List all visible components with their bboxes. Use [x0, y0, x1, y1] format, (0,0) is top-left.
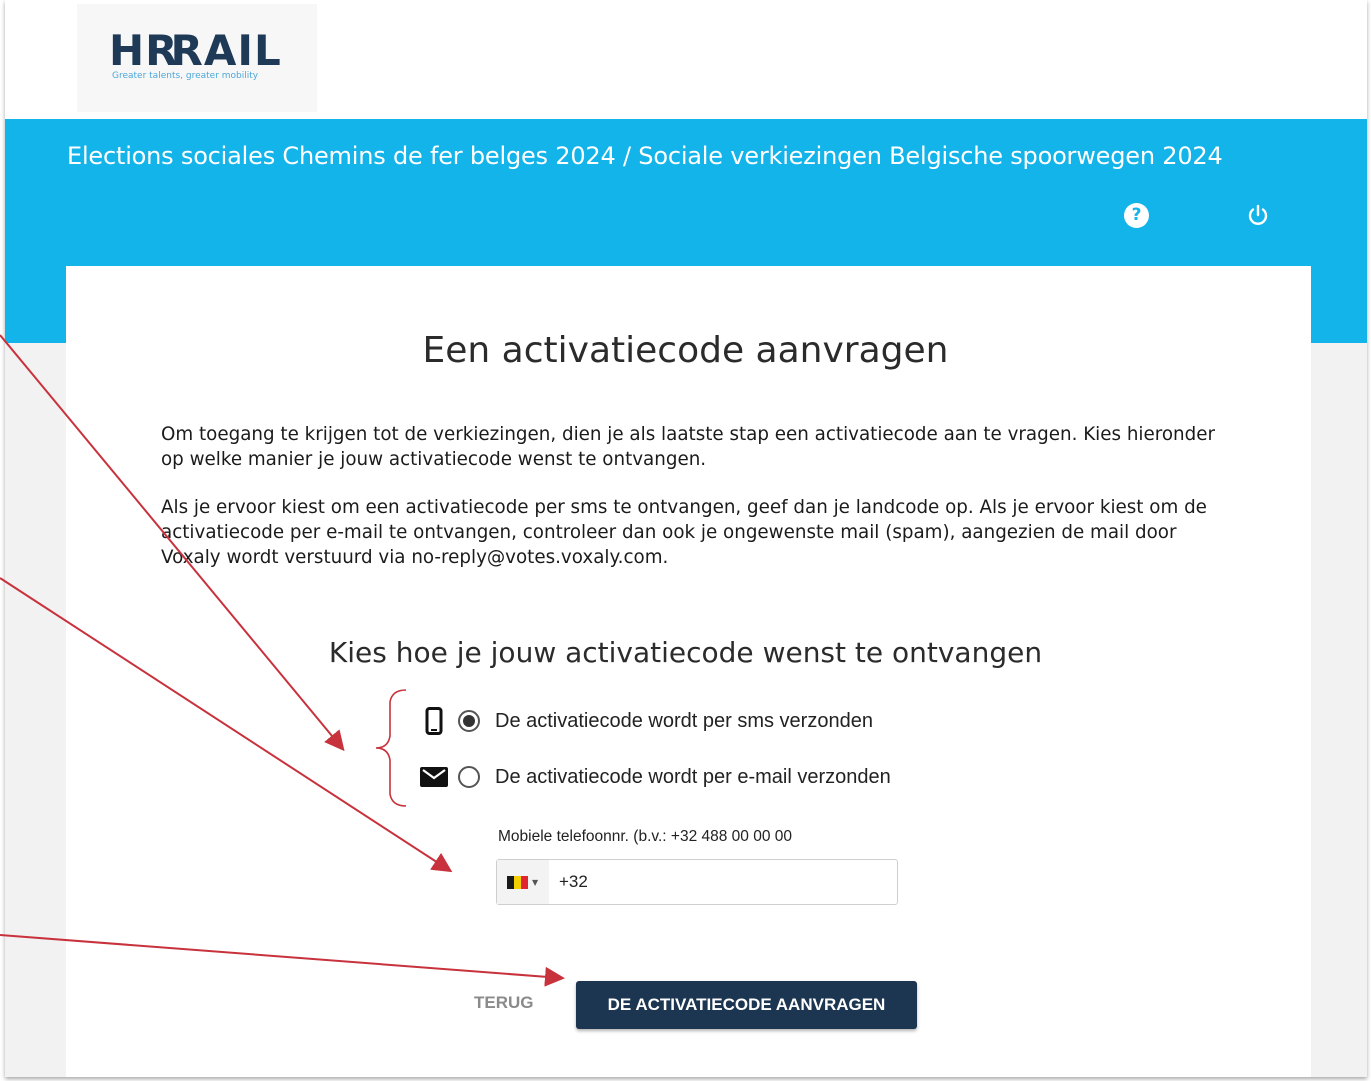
- smartphone-icon: [420, 707, 448, 735]
- logo-wordmark: HRRAIL: [109, 26, 282, 75]
- email-option[interactable]: De activatiecode wordt per e-mail verzon…: [420, 759, 891, 795]
- email-radio[interactable]: [458, 766, 480, 788]
- email-option-label[interactable]: De activatiecode wordt per e-mail verzon…: [495, 766, 891, 789]
- phone-number-field[interactable]: ▼: [496, 859, 898, 905]
- main-card: [66, 266, 1311, 1077]
- intro-paragraph: Om toegang te krijgen tot de verkiezinge…: [161, 424, 1216, 470]
- sms-radio[interactable]: [458, 710, 480, 732]
- sms-option[interactable]: De activatiecode wordt per sms verzonden: [420, 703, 873, 739]
- country-selector[interactable]: ▼: [497, 860, 549, 904]
- option-brace: [375, 689, 407, 807]
- back-button[interactable]: TERUG: [474, 993, 534, 1013]
- banner-title: Elections sociales Chemins de fer belges…: [67, 142, 1223, 170]
- delivery-method-title: Kies hoe je jouw activatiecode wenst te …: [328, 636, 1043, 669]
- phone-field-label: Mobiele telefoonnr. (b.v.: +32 488 00 00…: [498, 828, 792, 845]
- help-icon[interactable]: ?: [1124, 203, 1149, 228]
- phone-input[interactable]: [559, 860, 889, 904]
- top-bar: HRRAIL Greater talents, greater mobility: [5, 0, 1367, 119]
- caret-down-icon: ▼: [532, 877, 539, 887]
- belgium-flag-icon: [507, 875, 528, 889]
- power-icon[interactable]: [1245, 202, 1271, 228]
- envelope-icon: [420, 763, 448, 791]
- sms-option-label[interactable]: De activatiecode wordt per sms verzonden: [495, 710, 873, 733]
- radio-selected-dot: [463, 715, 475, 727]
- logo-tagline: Greater talents, greater mobility: [112, 71, 259, 81]
- request-code-button[interactable]: DE ACTIVATIECODE AANVRAGEN: [576, 981, 917, 1029]
- hr-rail-logo: HRRAIL Greater talents, greater mobility: [77, 4, 317, 112]
- page-title: Een activatiecode aanvragen: [422, 330, 949, 371]
- info-paragraph: Als je ervoor kiest om een activatiecode…: [161, 497, 1207, 568]
